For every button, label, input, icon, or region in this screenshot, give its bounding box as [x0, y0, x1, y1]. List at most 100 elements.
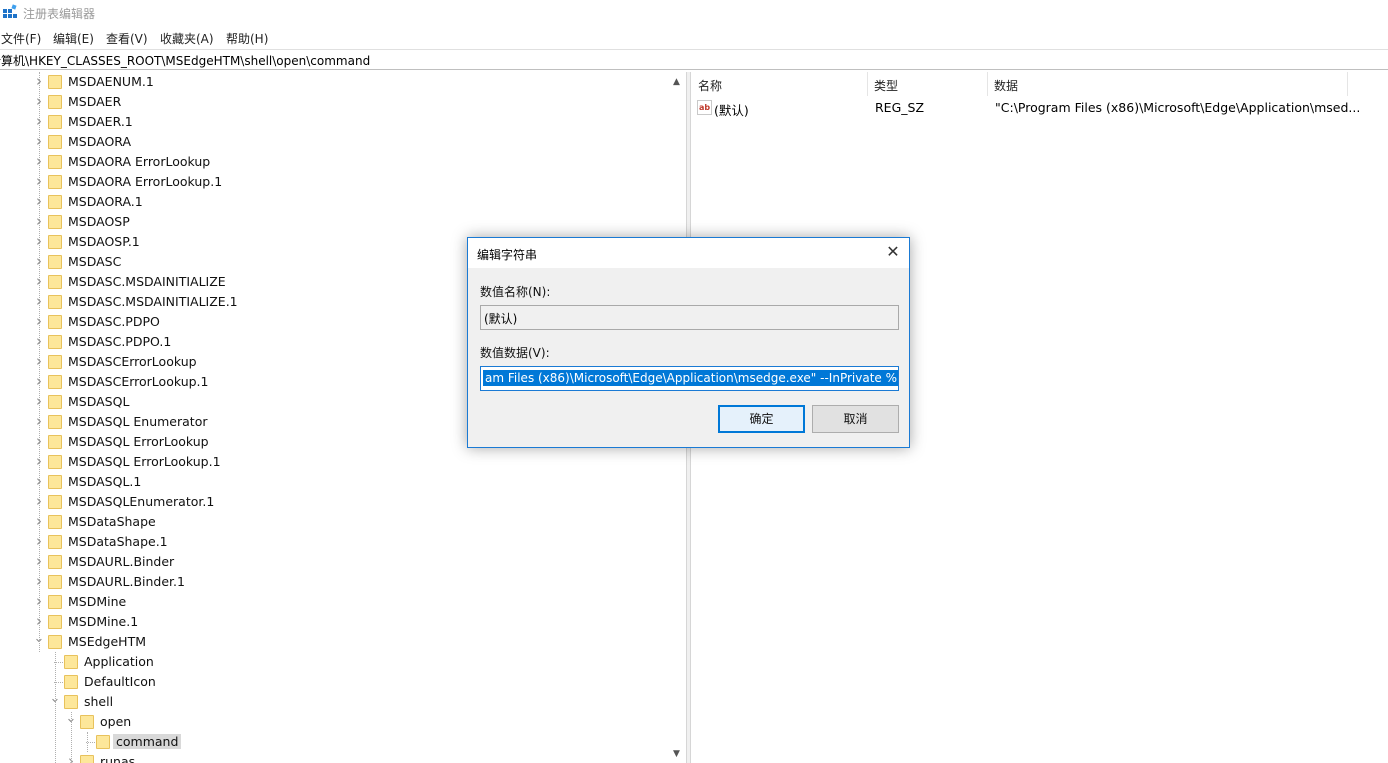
dialog-title: 编辑字符串 — [477, 248, 538, 262]
tree-item-label: MSDASC.MSDAINITIALIZE — [68, 274, 226, 289]
folder-icon — [48, 535, 62, 549]
regedit-icon — [3, 4, 17, 18]
folder-icon — [48, 395, 62, 409]
tree-item[interactable]: › MSDASQLEnumerator.1 — [0, 492, 668, 512]
tree-item-label: MSDASQL ErrorLookup.1 — [68, 454, 221, 469]
column-header-data[interactable]: 数据 — [988, 72, 1348, 96]
tree-item[interactable]: › MSDMine.1 — [0, 612, 668, 632]
tree-item[interactable]: › MSDAOSP — [0, 212, 668, 232]
tree-item-label: MSDASC — [68, 254, 122, 269]
folder-icon — [48, 555, 62, 569]
folder-icon — [48, 75, 62, 89]
address-bar[interactable]: 计算机\HKEY_CLASSES_ROOT\MSEdgeHTM\shell\op… — [0, 49, 1388, 70]
folder-icon — [96, 735, 110, 749]
ok-button[interactable]: 确定 — [718, 405, 805, 433]
tree-item[interactable]: command — [0, 732, 668, 752]
tree-item[interactable]: › MSDAER.1 — [0, 112, 668, 132]
tree-item-label: MSDASQL Enumerator — [68, 414, 208, 429]
scroll-down-icon[interactable]: ▼ — [668, 746, 685, 763]
tree-item[interactable]: › MSDAER — [0, 92, 668, 112]
folder-icon — [64, 675, 78, 689]
menu-edit[interactable]: 编辑(E) — [53, 30, 94, 47]
address-path[interactable]: 计算机\HKEY_CLASSES_ROOT\MSEdgeHTM\shell\op… — [0, 52, 370, 69]
folder-icon — [48, 295, 62, 309]
tree-item-label: MSDASC.MSDAINITIALIZE.1 — [68, 294, 238, 309]
tree-item-label: runas — [100, 754, 136, 763]
folder-icon — [48, 355, 62, 369]
tree-item[interactable]: › runas — [0, 752, 668, 763]
tree-item-label: MSDASQLEnumerator.1 — [68, 494, 215, 509]
tree-item-label: MSDASQL ErrorLookup — [68, 434, 209, 449]
tree-item[interactable]: › MSDataShape — [0, 512, 668, 532]
value-data: "C:\Program Files (x86)\Microsoft\Edge\A… — [995, 100, 1361, 115]
tree-item-label: MSDASQL — [68, 394, 130, 409]
tree-item-label: MSDASC.PDPO — [68, 314, 160, 329]
folder-icon — [48, 375, 62, 389]
column-header-name[interactable]: 名称 — [692, 72, 868, 96]
tree-item[interactable]: › MSDAENUM.1 — [0, 72, 668, 92]
tree-item[interactable]: DefaultIcon — [0, 672, 668, 692]
cancel-button[interactable]: 取消 — [812, 405, 899, 433]
folder-icon — [48, 475, 62, 489]
folder-icon — [48, 195, 62, 209]
value-name-field: (默认) — [480, 305, 899, 330]
folder-icon — [48, 255, 62, 269]
tree-guide-line — [87, 732, 88, 752]
tree-item-label: MSDAER.1 — [68, 114, 133, 129]
tree-item-label: command — [113, 734, 182, 749]
menu-view[interactable]: 查看(V) — [106, 30, 148, 47]
value-name: (默认) — [714, 103, 749, 118]
tree-item[interactable]: ⌄ shell — [0, 691, 668, 712]
tree-item[interactable]: › MSDAORA ErrorLookup — [0, 152, 668, 172]
tree-item-label: MSEdgeHTM — [68, 634, 146, 649]
folder-icon — [48, 175, 62, 189]
folder-icon — [80, 755, 94, 763]
folder-icon — [80, 715, 94, 729]
tree-item[interactable]: › MSDAURL.Binder.1 — [0, 572, 668, 592]
close-icon[interactable]: ✕ — [885, 244, 901, 260]
value-row[interactable]: ab (默认) REG_SZ "C:\Program Files (x86)\M… — [692, 98, 1388, 118]
tree-item[interactable]: › MSDMine — [0, 592, 668, 612]
tree-item-label: MSDataShape — [68, 514, 156, 529]
tree-item[interactable]: › MSDataShape.1 — [0, 532, 668, 552]
tree-item-label: MSDAENUM.1 — [68, 74, 154, 89]
tree-item-label: MSDAOSP.1 — [68, 234, 140, 249]
tree-item[interactable]: › MSDAORA ErrorLookup.1 — [0, 172, 668, 192]
folder-icon — [48, 95, 62, 109]
tree-item-label: MSDMine — [68, 594, 127, 609]
folder-icon — [48, 415, 62, 429]
value-data-selected-text[interactable]: am Files (x86)\Microsoft\Edge\Applicatio… — [483, 370, 898, 386]
folder-icon — [64, 695, 78, 709]
menu-help[interactable]: 帮助(H) — [226, 30, 268, 47]
folder-icon — [48, 275, 62, 289]
scroll-up-icon[interactable]: ▲ — [668, 74, 685, 91]
tree-item[interactable]: ⌄ MSEdgeHTM — [0, 631, 668, 652]
tree-item[interactable]: Application — [0, 652, 668, 672]
tree-item[interactable]: › MSDASQL.1 — [0, 472, 668, 492]
tree-item-label: MSDAURL.Binder.1 — [68, 574, 185, 589]
folder-icon — [48, 155, 62, 169]
tree-item[interactable]: › MSDAORA.1 — [0, 192, 668, 212]
tree-item-label: MSDAURL.Binder — [68, 554, 175, 569]
column-header-data-label: 数据 — [994, 79, 1019, 93]
tree-item-label: shell — [84, 694, 114, 709]
menu-file[interactable]: 文件(F) — [1, 30, 41, 47]
column-header-name-label: 名称 — [698, 79, 723, 93]
tree-item[interactable]: › MSDAURL.Binder — [0, 552, 668, 572]
column-header-type-label: 类型 — [874, 79, 899, 93]
tree-item-label: MSDAER — [68, 94, 122, 109]
tree-item[interactable]: ⌄ open — [0, 711, 668, 732]
tree-item-label: MSDataShape.1 — [68, 534, 168, 549]
value-data-input[interactable]: am Files (x86)\Microsoft\Edge\Applicatio… — [480, 366, 899, 391]
tree-item[interactable]: › MSDAORA — [0, 132, 668, 152]
folder-icon — [48, 335, 62, 349]
tree-item-label: MSDAORA — [68, 134, 132, 149]
value-type: REG_SZ — [875, 100, 925, 115]
tree-item-label: MSDASQL.1 — [68, 474, 142, 489]
menu-favorites[interactable]: 收藏夹(A) — [160, 30, 214, 47]
tree-guide-line — [71, 712, 72, 763]
tree-item-label: MSDAOSP — [68, 214, 130, 229]
window-title: 注册表编辑器 — [23, 7, 96, 21]
column-header-type[interactable]: 类型 — [868, 72, 988, 96]
tree-item[interactable]: › MSDASQL ErrorLookup.1 — [0, 452, 668, 472]
